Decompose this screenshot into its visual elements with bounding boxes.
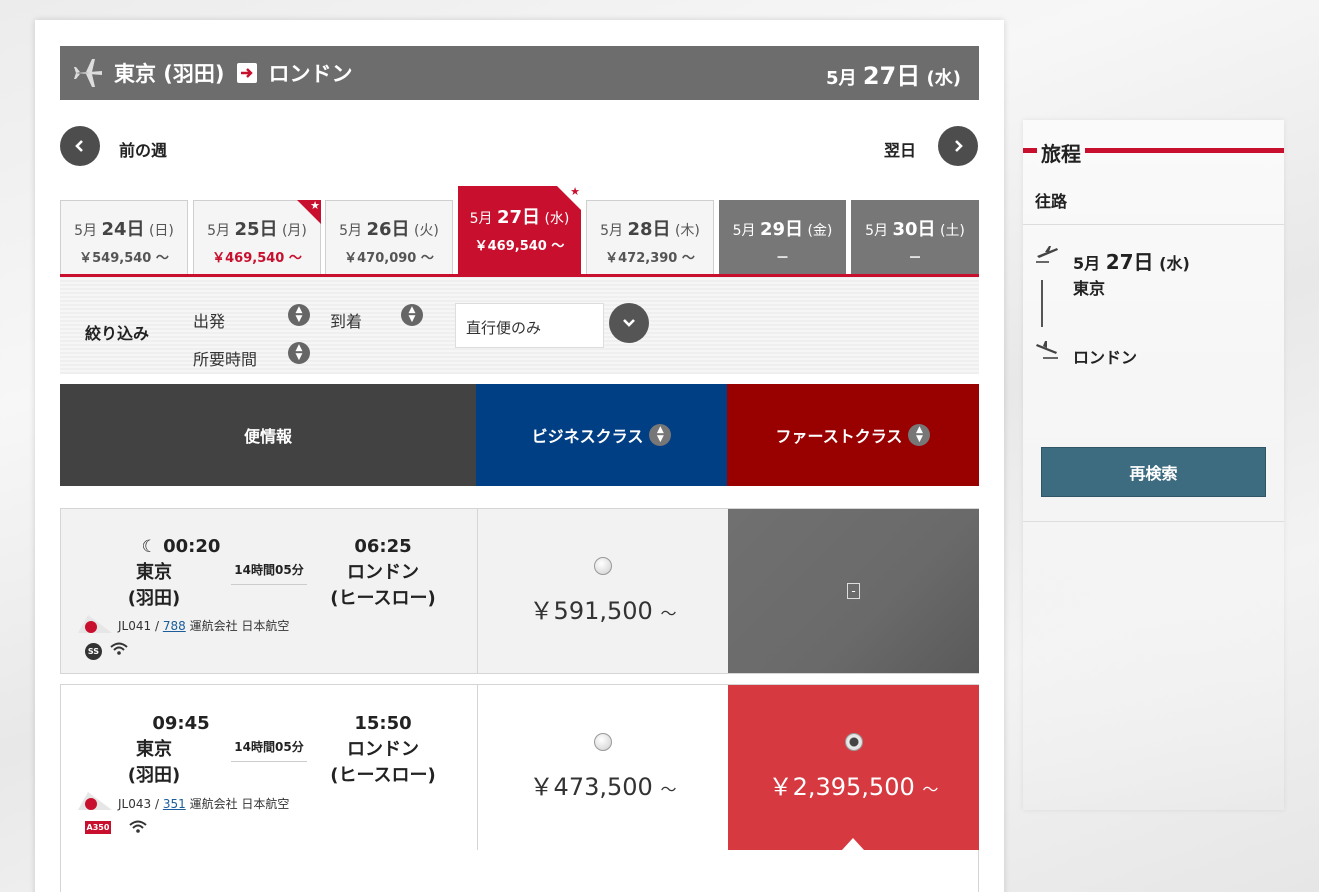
selection-pointer xyxy=(842,838,864,850)
business-fare-radio[interactable] xyxy=(594,556,612,575)
filter-title: 絞り込み xyxy=(85,324,150,343)
wifi-icon xyxy=(110,642,128,655)
itinerary-line xyxy=(1041,280,1043,327)
dropdown-button[interactable] xyxy=(609,303,649,343)
departure-time: ☾ 00:20 xyxy=(141,536,221,557)
jal-logo-icon xyxy=(78,792,112,810)
takeoff-icon xyxy=(1036,246,1058,263)
header-date: 5月 27日 (水) xyxy=(826,61,961,90)
nonstop-select[interactable]: 直行便のみ xyxy=(455,303,604,348)
business-fare-radio[interactable] xyxy=(594,733,612,751)
sort-duration[interactable]: 所要時間 xyxy=(193,346,257,370)
flight-number: JL043 / 351 運航会社 日本航空 xyxy=(118,797,290,811)
departure-airport: 東京 (羽田) xyxy=(127,562,181,609)
flight-row: ☾ 00:20 東京 (羽田) 14時間05分 06:25 ロンドン (ヒースロー)… xyxy=(60,508,979,674)
sidebar-divider xyxy=(1023,224,1284,225)
lowest-fare-star-icon: ★ xyxy=(557,185,581,210)
itinerary-destination: ロンドン xyxy=(1073,348,1138,367)
wifi-icon xyxy=(129,820,147,833)
first-fare-radio[interactable] xyxy=(844,733,863,751)
date-tab-28[interactable]: 5月 28日 (木) ￥472,390 ～ xyxy=(586,200,714,274)
column-business-label: ビジネスクラス xyxy=(531,427,644,446)
business-fare[interactable]: ￥591,500 ～ xyxy=(477,509,728,673)
flight-search-panel: 東京 (羽田) ロンドン 5月 27日 (水) 前の週 翌日 5月 24日 (日… xyxy=(35,20,1004,892)
departure-time: 09:45 xyxy=(152,713,210,734)
sort-toggle-icon[interactable]: ▲ ▼ xyxy=(401,304,423,326)
flight-duration: 14時間05分 xyxy=(231,561,307,585)
column-first[interactable]: ファーストクラス ▲ ▼ xyxy=(727,384,979,486)
flight-number: JL041 / 788 運航会社 日本航空 xyxy=(118,619,290,633)
date-tab-price: － xyxy=(775,251,789,266)
date-tab-price: ￥469,540 ～ xyxy=(474,239,565,254)
aircraft-link[interactable]: 788 xyxy=(163,619,186,633)
date-tab-25[interactable]: ★ 5月 25日 (月) ￥469,540 ～ xyxy=(193,199,321,274)
first-fare-selected[interactable]: ￥2,395,500 ～ xyxy=(728,685,979,850)
seat-badge-ss: SS xyxy=(85,643,102,660)
departure-airport: 東京 (羽田) xyxy=(127,739,181,786)
itinerary-origin: 東京 xyxy=(1073,279,1106,298)
date-tab-price: ￥470,090 ～ xyxy=(344,251,434,266)
date-tab-price: ￥469,540 ～ xyxy=(212,251,302,266)
chevron-down-icon xyxy=(623,319,635,327)
arrival-airport: ロンドン (ヒースロー) xyxy=(330,739,436,786)
arrival-time: 06:25 xyxy=(354,536,412,557)
chevron-left-icon xyxy=(75,140,83,152)
landing-icon xyxy=(1036,341,1058,359)
airplane-icon xyxy=(74,59,102,87)
filter-bar: 絞り込み 出発 ▲ ▼ 到着 ▲ ▼ 所要時間 ▲ ▼ 直行便のみ xyxy=(60,277,979,374)
business-fare-price: ￥591,500 ～ xyxy=(529,596,677,625)
business-fare[interactable]: ￥473,500 ～ xyxy=(477,685,728,850)
sort-toggle-icon[interactable]: ▲ ▼ xyxy=(908,424,931,446)
arrival-time: 15:50 xyxy=(354,713,412,734)
outbound-label: 往路 xyxy=(1035,192,1068,211)
aircraft-badge-a350: A350 xyxy=(85,821,111,834)
date-tab-30[interactable]: 5月 30日 (土) － xyxy=(851,200,979,274)
itinerary-date: 5月 27日 (水) xyxy=(1073,250,1190,274)
column-flight-info: 便情報 xyxy=(60,384,476,486)
next-day-label[interactable]: 翌日 xyxy=(884,137,916,161)
aircraft-link[interactable]: 351 xyxy=(163,797,186,811)
sort-toggle-icon[interactable]: ▲ ▼ xyxy=(288,342,310,364)
destination-city: ロンドン xyxy=(268,62,353,86)
sidebar-divider xyxy=(1023,521,1284,522)
route-arrow-icon xyxy=(236,63,257,83)
sort-arrival[interactable]: 到着 xyxy=(330,308,362,332)
flight-duration: 14時間05分 xyxy=(231,738,307,762)
column-first-label: ファーストクラス xyxy=(775,427,903,446)
date-tab-27-selected[interactable]: ★ 5月 27日 (水) ￥469,540 ～ xyxy=(458,185,581,274)
column-flight-info-label: 便情報 xyxy=(243,427,292,446)
previous-week-button[interactable] xyxy=(60,126,100,166)
flight-info: 09:45 東京 (羽田) 14時間05分 15:50 ロンドン (ヒースロー) J… xyxy=(61,685,477,850)
first-fare-unavailable-mark: - xyxy=(847,583,860,599)
flight-row: 09:45 東京 (羽田) 14時間05分 15:50 ロンドン (ヒースロー) J… xyxy=(60,684,979,892)
business-fare-price: ￥473,500 ～ xyxy=(529,773,677,801)
chevron-right-icon xyxy=(955,140,963,152)
origin-city: 東京 (羽田) xyxy=(114,62,225,86)
first-fare-price: ￥2,395,500 ～ xyxy=(768,773,939,801)
date-tab-price: ￥472,390 ～ xyxy=(605,251,695,266)
itinerary-sidebar: 旅程 往路 5月 27日 (水) 東京 ロンドン 再検索 xyxy=(1023,120,1284,810)
flight-info: ☾ 00:20 東京 (羽田) 14時間05分 06:25 ロンドン (ヒースロー)… xyxy=(61,509,477,673)
route-header: 東京 (羽田) ロンドン 5月 27日 (水) xyxy=(60,46,979,100)
date-tab-24[interactable]: 5月 24日 (日) ￥549,540 ～ xyxy=(60,200,188,274)
next-day-button[interactable] xyxy=(938,126,978,166)
sidebar-title: 旅程 xyxy=(1037,138,1085,167)
research-button[interactable]: 再検索 xyxy=(1041,447,1266,497)
column-business[interactable]: ビジネスクラス ▲ ▼ xyxy=(476,384,727,486)
lowest-fare-star-icon: ★ xyxy=(297,199,321,224)
sort-toggle-icon[interactable]: ▲ ▼ xyxy=(649,424,672,446)
previous-week-label[interactable]: 前の週 xyxy=(119,137,167,161)
night-moon-icon: ☾ xyxy=(141,537,157,557)
jal-logo-icon xyxy=(78,615,112,633)
date-tab-price: － xyxy=(908,251,922,266)
arrival-airport: ロンドン (ヒースロー) xyxy=(330,562,436,609)
date-tab-26[interactable]: 5月 26日 (火) ￥470,090 ～ xyxy=(325,200,453,274)
sort-toggle-icon[interactable]: ▲ ▼ xyxy=(288,304,310,326)
date-tab-29[interactable]: 5月 29日 (金) － xyxy=(719,200,846,274)
sort-departure[interactable]: 出発 xyxy=(193,308,225,332)
date-tab-price: ￥549,540 ～ xyxy=(79,251,169,266)
first-fare-unavailable: - xyxy=(728,509,979,673)
